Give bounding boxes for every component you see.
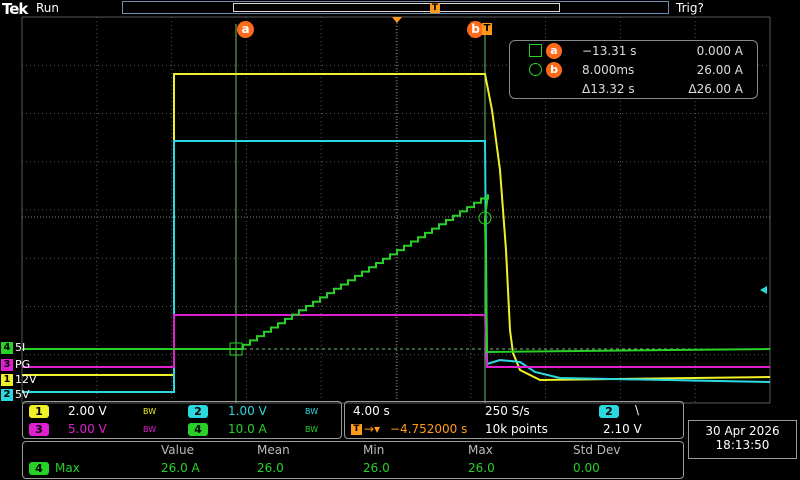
cursor-readout-panel[interactable]: a −13.31 s 0.000 A b 8.000ms 26.00 A Δ13… — [509, 40, 758, 99]
channel-label-text: 5I — [15, 341, 26, 354]
meas-value: 26.0 A — [161, 461, 200, 475]
cursor-delta-time: Δ13.32 s — [582, 82, 635, 96]
trigger-point-icon: T — [482, 23, 492, 35]
trigger-source-badge[interactable]: 2 — [599, 405, 619, 418]
ch3-badge[interactable]: 3 — [29, 423, 49, 436]
meas-header-mean: Mean — [257, 443, 290, 457]
ch3-bw-limit: BW — [143, 425, 157, 434]
channel-label-badge[interactable]: 4 — [1, 342, 13, 354]
readout-a-badge: a — [546, 43, 562, 59]
datetime-box: 30 Apr 2026 18:13:50 — [688, 420, 797, 459]
trigger-position[interactable]: −4.752000 s — [390, 422, 467, 436]
ch2-bw-limit: BW — [305, 407, 319, 416]
cursor-a-label[interactable]: a — [237, 21, 254, 38]
meas-max: 26.0 — [468, 461, 495, 475]
ch4-badge[interactable]: 4 — [188, 423, 208, 436]
square-cursor-icon — [529, 44, 542, 57]
ch2-scale[interactable]: 1.00 V — [228, 404, 267, 418]
channel-label-badge[interactable]: 1 — [1, 374, 13, 386]
ch3-scale[interactable]: 5.00 V — [68, 422, 107, 436]
trigger-position-icon: T — [351, 424, 362, 435]
vertical-settings-panel[interactable]: 1 2.00 V BW 2 1.00 V BW 3 5.00 V BW 4 10… — [22, 401, 342, 439]
meas-header-value: Value — [161, 443, 194, 457]
channel-label-text: PG — [15, 358, 31, 371]
trigger-level-arrow-icon — [760, 286, 767, 294]
circle-cursor-icon — [529, 63, 542, 76]
cursor-b-time: 8.000ms — [582, 63, 635, 77]
cursor-b-value: 26.00 A — [696, 63, 743, 77]
ch4-bw-limit: BW — [305, 425, 319, 434]
cursor-delta-value: Δ26.00 A — [688, 82, 743, 96]
ch4-scale[interactable]: 10.0 A — [228, 422, 267, 436]
timebase-scale[interactable]: 4.00 s — [353, 404, 390, 418]
channel-label-badge[interactable]: 3 — [1, 359, 13, 371]
ch2-badge[interactable]: 2 — [188, 405, 208, 418]
time: 18:13:50 — [715, 438, 770, 452]
trigger-delay-arrow-icon: →▾ — [364, 422, 381, 436]
channel-label-text: 12V — [15, 373, 37, 386]
channel-label-badge[interactable]: 2 — [1, 389, 13, 401]
cursor-a-time: −13.31 s — [582, 44, 637, 58]
trigger-level[interactable]: 2.10 V — [603, 422, 642, 436]
ch1-bw-limit: BW — [143, 407, 157, 416]
record-length: 10k points — [485, 422, 548, 436]
channel-label-text: 5V — [15, 388, 30, 401]
readout-b-badge: b — [546, 62, 562, 78]
trigger-slope-icon[interactable]: \ — [635, 403, 639, 417]
meas-mean: 26.0 — [257, 461, 284, 475]
meas-header-max: Max — [468, 443, 493, 457]
meas-min: 26.0 — [363, 461, 390, 475]
cursor-a-value: 0.000 A — [696, 44, 743, 58]
meas-header-stddev: Std Dev — [573, 443, 621, 457]
sample-rate: 250 S/s — [485, 404, 530, 418]
meas-name[interactable]: Max — [55, 461, 80, 475]
date: 30 Apr 2026 — [705, 424, 780, 438]
ch1-badge[interactable]: 1 — [29, 405, 49, 418]
meas-header-min: Min — [363, 443, 385, 457]
horizontal-trigger-panel[interactable]: 4.00 s 250 S/s 2 \ T →▾ −4.752000 s 10k … — [344, 401, 684, 439]
measurement-panel[interactable]: Value Mean Min Max Std Dev 4 Max 26.0 A … — [22, 441, 684, 479]
ch1-scale[interactable]: 2.00 V — [68, 404, 107, 418]
ch1-trace — [22, 73, 771, 382]
meas-stddev: 0.00 — [573, 461, 600, 475]
trigger-marker-top-icon — [392, 17, 402, 23]
meas-channel-badge[interactable]: 4 — [29, 462, 49, 475]
